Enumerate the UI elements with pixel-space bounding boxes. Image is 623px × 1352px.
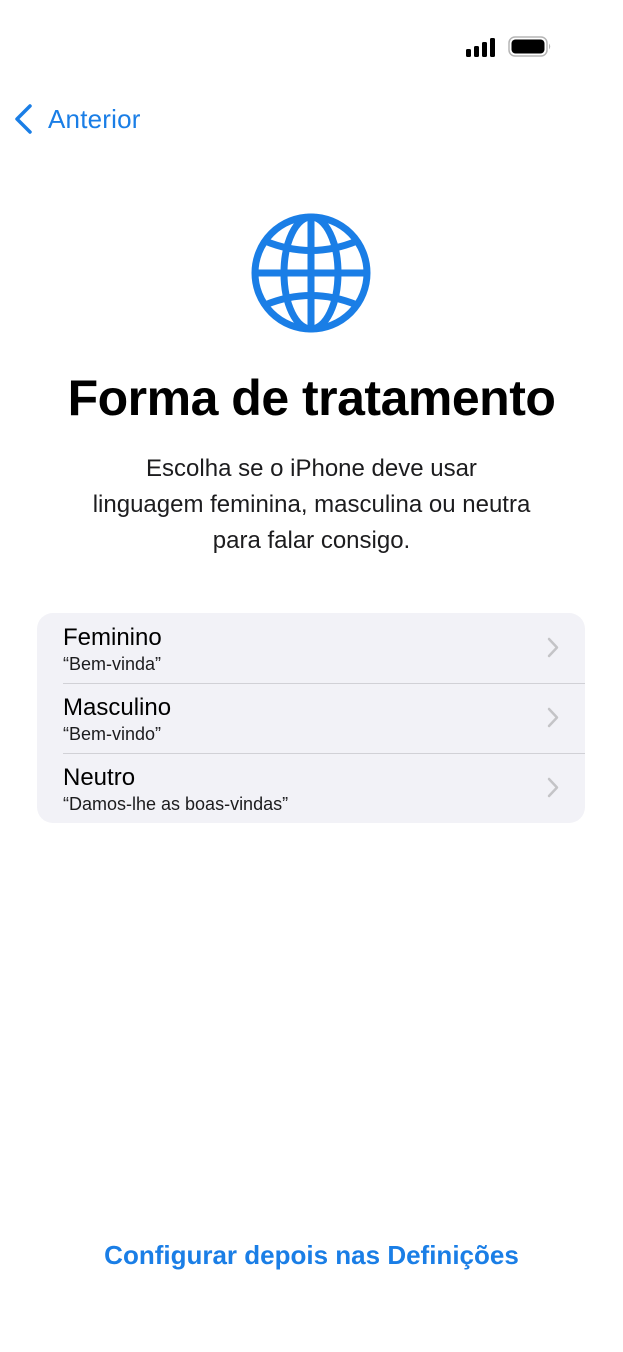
option-neutro[interactable]: Neutro “Damos-lhe as boas-vindas” (37, 753, 585, 823)
chevron-right-icon (547, 707, 559, 728)
battery-icon (508, 36, 551, 57)
option-label: Feminino (63, 624, 162, 651)
page-subtitle: Escolha se o iPhone deve usar linguagem … (92, 455, 531, 554)
option-example: “Bem-vinda” (63, 654, 162, 674)
setup-later-link[interactable]: Configurar depois nas Definições (0, 1240, 623, 1271)
chevron-left-icon (15, 104, 32, 134)
back-button[interactable]: Anterior (12, 98, 141, 140)
chevron-right-icon (547, 777, 559, 798)
address-options-list: Feminino “Bem-vinda” Masculino “Bem-vind… (37, 613, 585, 823)
option-masculino[interactable]: Masculino “Bem-vindo” (37, 683, 585, 753)
page-title: Forma de tratamento (67, 370, 556, 426)
status-bar (0, 0, 623, 80)
option-label: Neutro (63, 764, 136, 791)
option-example: “Damos-lhe as boas-vindas” (63, 794, 289, 814)
option-example: “Bem-vindo” (63, 724, 162, 744)
option-label: Masculino (63, 694, 172, 721)
option-feminino[interactable]: Feminino “Bem-vinda” (37, 613, 585, 683)
chevron-right-icon (547, 637, 559, 658)
cellular-signal-icon (466, 37, 496, 57)
back-label: Anterior (48, 103, 141, 134)
globe-icon (251, 213, 371, 333)
